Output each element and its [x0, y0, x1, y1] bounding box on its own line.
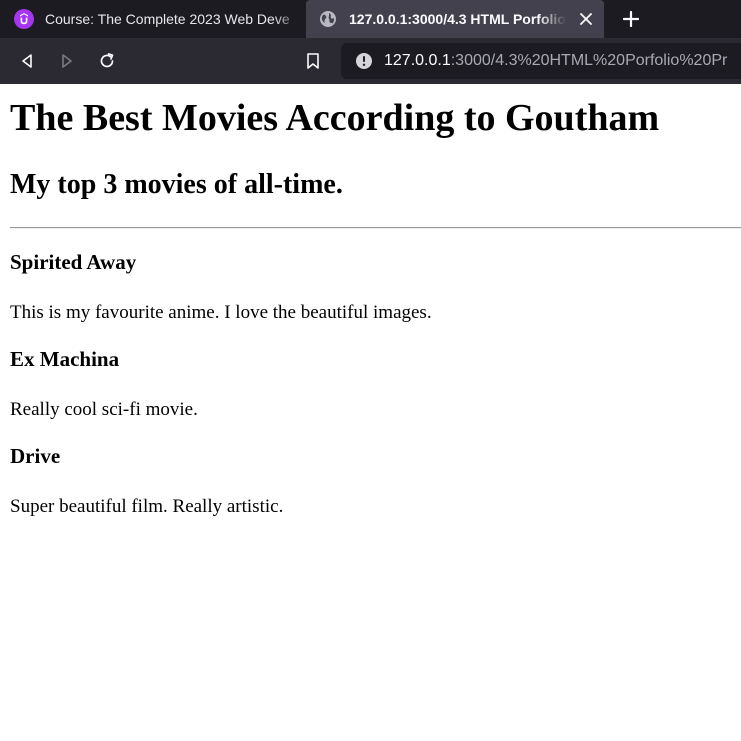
plus-icon	[623, 11, 639, 27]
back-arrow-icon	[22, 54, 32, 68]
page-subtitle: My top 3 movies of all-time.	[10, 169, 343, 200]
forward-arrow-icon	[62, 54, 72, 68]
url-text: 127.0.0.1:3000/4.3%20HTML%20Porfolio%20P…	[384, 52, 727, 70]
tab-portfolio-page[interactable]: 127.0.0.1:3000/4.3 HTML Porfolio	[306, 0, 604, 38]
movie-description: This is my favourite anime. I love the b…	[10, 302, 432, 323]
close-tab-icon[interactable]	[576, 9, 596, 29]
reload-button[interactable]	[92, 46, 122, 76]
new-tab-button[interactable]	[612, 0, 650, 38]
back-button[interactable]	[12, 46, 42, 76]
navigation-bar: 127.0.0.1:3000/4.3%20HTML%20Porfolio%20P…	[0, 38, 741, 84]
bookmark-icon	[307, 53, 319, 69]
tab-title: Course: The Complete 2023 Web Deve	[45, 11, 290, 27]
movie-title: Spirited Away	[10, 250, 137, 274]
url-path: :3000/4.3%20HTML%20Porfolio%20Pr	[450, 52, 728, 69]
bookmark-button[interactable]	[298, 46, 328, 76]
tab-strip: Course: The Complete 2023 Web Deve 127.0…	[0, 0, 741, 38]
reload-icon	[100, 53, 114, 68]
address-bar[interactable]: 127.0.0.1:3000/4.3%20HTML%20Porfolio%20P…	[341, 43, 741, 79]
movie-title: Ex Machina	[10, 347, 120, 371]
globe-icon	[318, 9, 338, 29]
url-host: 127.0.0.1	[384, 52, 451, 69]
movie-description: Really cool sci-fi movie.	[10, 399, 198, 420]
page-content: The Best Movies According to Goutham My …	[0, 84, 741, 741]
site-info-icon[interactable]	[355, 52, 373, 70]
movie-description: Super beautiful film. Really artistic.	[10, 496, 284, 517]
udemy-logo-icon	[14, 9, 34, 29]
forward-button[interactable]	[52, 46, 82, 76]
page-title: The Best Movies According to Goutham	[10, 97, 660, 139]
divider	[10, 227, 741, 229]
movie-title: Drive	[10, 444, 61, 468]
tab-udemy-course[interactable]: Course: The Complete 2023 Web Deve	[0, 0, 302, 38]
